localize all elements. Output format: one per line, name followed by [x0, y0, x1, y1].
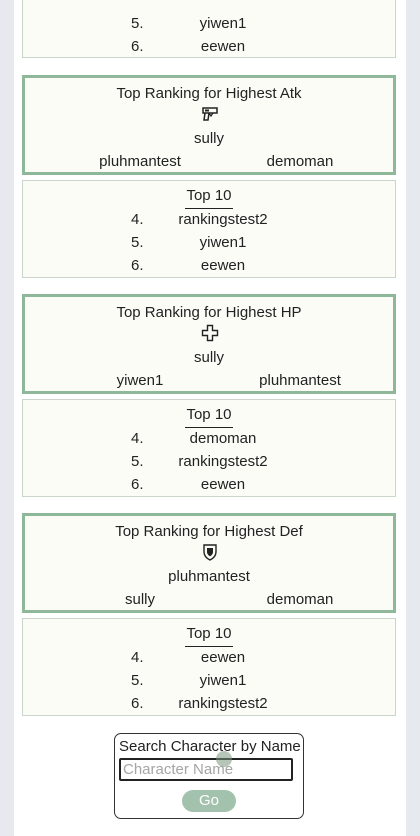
shield-icon: [203, 544, 217, 561]
character-name: yiwen1: [199, 672, 247, 689]
go-button[interactable]: Go: [182, 790, 236, 812]
rank-number: 5.: [131, 672, 144, 689]
character-name: eewen: [200, 649, 246, 666]
table-row: 5. rankingstest2: [23, 451, 395, 473]
rank-number: 5.: [131, 453, 144, 470]
top10-list-atk: Top 10 4. rankingstest2 5. yiwen1 6. eew…: [22, 180, 396, 278]
rank-number: 6.: [131, 476, 144, 493]
table-row: 5. yiwen1: [23, 232, 395, 254]
table-row: 4. eewen: [23, 647, 395, 669]
third-place-name: demoman: [266, 153, 334, 170]
rank-number: 6.: [131, 695, 144, 712]
top10-title: Top 10: [186, 406, 232, 423]
table-row: 5. yiwen1: [23, 670, 395, 692]
table-row: 5. yiwen1: [23, 13, 395, 35]
table-row: 6. rankingstest2: [23, 693, 395, 715]
character-name: eewen: [200, 257, 246, 274]
rank-number: 5.: [131, 15, 144, 32]
rank-number: 4.: [131, 211, 144, 228]
health-cross-icon: [201, 324, 219, 342]
top10-list-def: Top 10 4. eewen 5. yiwen1 6. rankingstes…: [22, 618, 396, 716]
first-place-name: sully: [193, 349, 224, 366]
table-row: 6. eewen: [23, 255, 395, 277]
character-name: rankingstest2: [178, 695, 268, 712]
leaderboard-page: 5. yiwen1 6. eewen Top Ranking for Highe…: [14, 0, 406, 836]
character-name-input[interactable]: [119, 758, 293, 781]
search-character-form: Search Character by Name Go: [114, 733, 304, 819]
podium-highest-hp: Top Ranking for Highest HP sully yiwen1 …: [22, 294, 396, 394]
first-place-name: pluhmantest: [168, 568, 250, 585]
third-place-name: pluhmantest: [259, 372, 341, 389]
top10-title: Top 10: [186, 187, 232, 204]
table-row: 4. demoman: [23, 428, 395, 450]
top10-list-continued: 5. yiwen1 6. eewen: [22, 0, 396, 58]
podium-title: Top Ranking for Highest HP: [116, 304, 302, 321]
podium-title: Top Ranking for Highest Def: [115, 523, 303, 540]
character-name: yiwen1: [199, 15, 247, 32]
second-place-name: yiwen1: [116, 372, 164, 389]
podium-title: Top Ranking for Highest Atk: [116, 85, 302, 102]
character-name: rankingstest2: [178, 453, 268, 470]
rank-number: 5.: [131, 234, 144, 251]
third-place-name: demoman: [266, 591, 334, 608]
table-row: 4. rankingstest2: [23, 209, 395, 231]
podium-highest-def: Top Ranking for Highest Def pluhmantest …: [22, 513, 396, 613]
gun-icon: [202, 107, 218, 121]
character-name: rankingstest2: [178, 211, 268, 228]
character-name: demoman: [189, 430, 257, 447]
table-row: 6. eewen: [23, 36, 395, 58]
character-name: yiwen1: [199, 234, 247, 251]
second-place-name: sully: [124, 591, 155, 608]
top10-title: Top 10: [186, 625, 232, 642]
podium-highest-atk: Top Ranking for Highest Atk sully pluhma…: [22, 75, 396, 175]
rank-number: 6.: [131, 38, 144, 55]
search-label: Search Character by Name: [119, 738, 301, 755]
rank-number: 4.: [131, 430, 144, 447]
cursor-indicator: [216, 751, 232, 767]
second-place-name: pluhmantest: [99, 153, 181, 170]
rank-number: 6.: [131, 257, 144, 274]
table-row: 6. eewen: [23, 474, 395, 496]
character-name: eewen: [200, 38, 246, 55]
top10-list-hp: Top 10 4. demoman 5. rankingstest2 6. ee…: [22, 399, 396, 497]
rank-number: 4.: [131, 649, 144, 666]
first-place-name: sully: [193, 130, 224, 147]
character-name: eewen: [200, 476, 246, 493]
